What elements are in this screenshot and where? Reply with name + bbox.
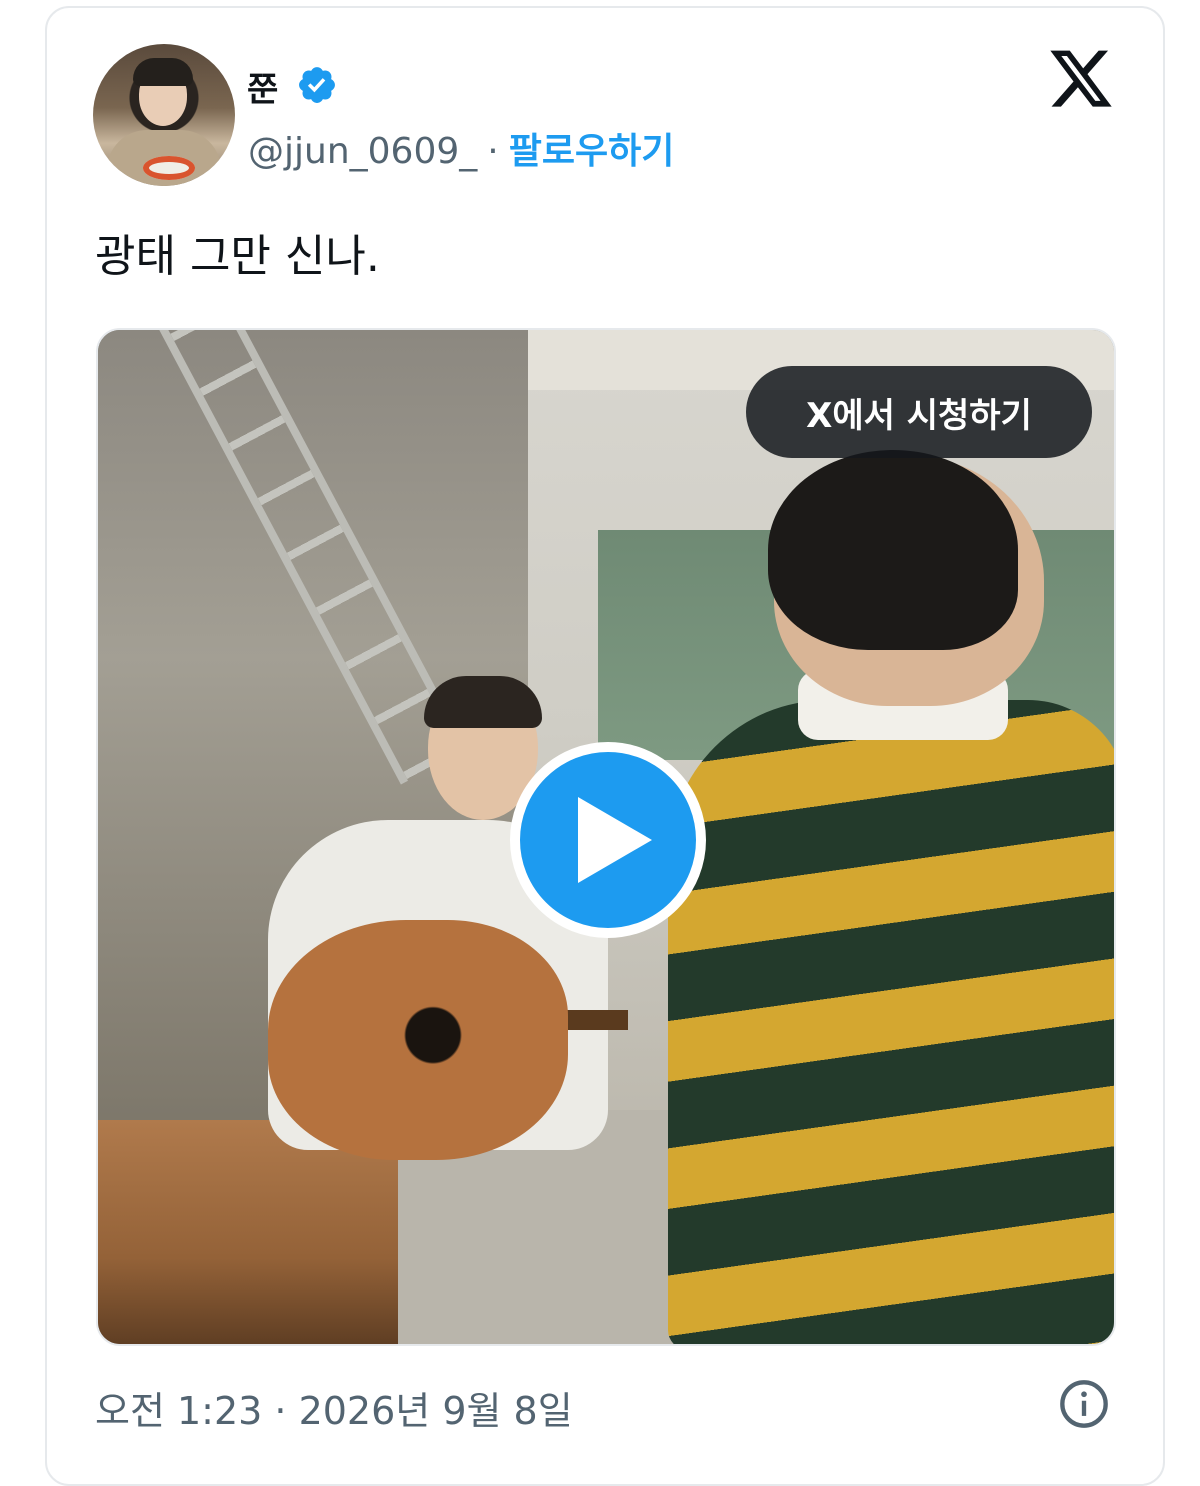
play-button[interactable] <box>510 742 706 938</box>
display-name[interactable]: 쭌 <box>247 62 278 111</box>
video-frame-standing-person-hair <box>768 450 1018 650</box>
avatar-hair <box>133 58 193 86</box>
handle-row: @jjun_0609_ · 팔로우하기 <box>248 122 674 174</box>
timestamp[interactable]: 오전 1:23 · 2026년 9월 8일 <box>95 1380 573 1435</box>
x-logo-icon[interactable] <box>1050 50 1114 110</box>
follow-button[interactable]: 팔로우하기 <box>509 131 675 172</box>
avatar-plate <box>143 156 195 180</box>
watch-on-x-button[interactable]: X에서 시청하기 <box>746 366 1092 458</box>
separator-dot: · <box>487 131 499 172</box>
video-frame-guitar <box>268 920 568 1160</box>
tweet-text: 광태 그만 신나. <box>95 231 380 282</box>
play-icon <box>578 797 652 883</box>
verified-badge-icon <box>299 67 335 103</box>
handle[interactable]: @jjun_0609_ <box>248 131 477 172</box>
video-player[interactable]: X에서 시청하기 <box>96 328 1116 1346</box>
avatar[interactable] <box>93 44 235 186</box>
video-frame-standing-person <box>668 700 1114 1344</box>
info-icon[interactable] <box>1058 1378 1110 1430</box>
video-frame-seated-person-hair <box>424 676 542 728</box>
